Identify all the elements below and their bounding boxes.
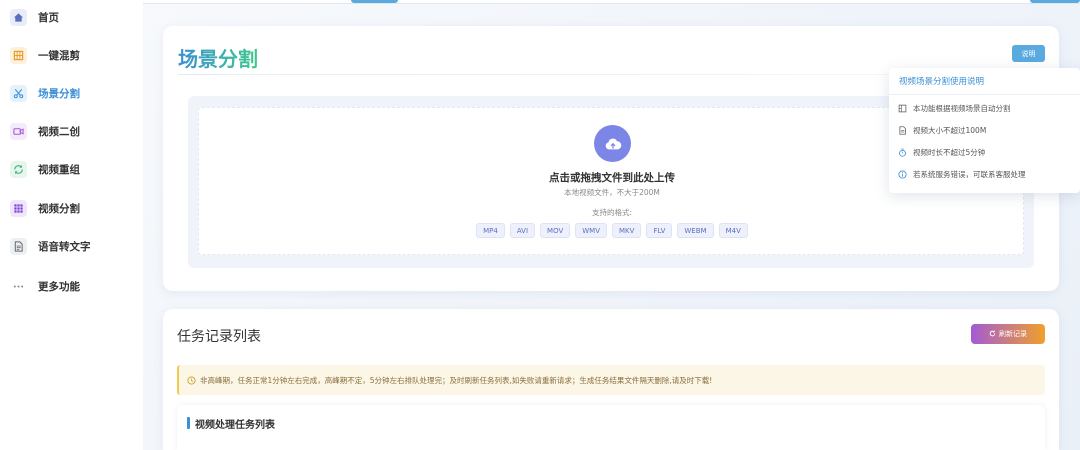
- sidebar-item-label: 一键混剪: [38, 49, 80, 62]
- clock-icon: [187, 375, 196, 385]
- cloud-upload-icon: [594, 125, 631, 162]
- scissors-icon: [10, 84, 27, 102]
- format-tag: WMV: [575, 223, 608, 238]
- accent-bar: [187, 417, 190, 429]
- popover-title: 视频场景分割使用说明: [899, 77, 985, 87]
- format-tag: MOV: [540, 223, 571, 238]
- popover-item: 本功能根据视频场景自动分割: [898, 103, 1011, 114]
- task-list-title: 任务记录列表: [177, 329, 261, 345]
- divider: [889, 94, 1080, 95]
- format-tag: MP4: [476, 223, 505, 238]
- video-camera-icon: [10, 122, 27, 140]
- popover-item-text: 本功能根据视频场景自动分割: [913, 104, 1011, 113]
- sidebar: 首页 一键混剪 场景分割 视频二创 视频重组 视频分割 语音转文字 更多功能: [0, 0, 143, 450]
- formats-label: 支持的格式:: [591, 208, 633, 217]
- info-icon: [898, 170, 907, 179]
- popover-item: 视频时长不超过5分钟: [898, 147, 985, 158]
- popover-item: 若系统服务错误，可联系客服处理: [898, 169, 1026, 180]
- task-card: 任务记录列表 刷新记录 非高峰期，任务正常1分钟左右完成，高峰期不定，5分钟左右…: [163, 309, 1059, 450]
- format-tags: MP4 AVI MOV WMV MKV FLV WEBM M4V: [199, 223, 1025, 238]
- grid-film-icon: [10, 46, 27, 64]
- sidebar-item-home[interactable]: 首页: [0, 0, 143, 36]
- sidebar-item-video-reorganize[interactable]: 视频重组: [0, 150, 143, 188]
- help-button[interactable]: 说明: [1012, 45, 1045, 62]
- top-bar-button[interactable]: [1030, 0, 1080, 3]
- file-icon: [898, 126, 907, 135]
- notice-banner: 非高峰期，任务正常1分钟左右完成，高峰期不定，5分钟左右排队处理完；及时刷新任务…: [177, 365, 1045, 395]
- refresh-icon: [10, 160, 27, 178]
- sidebar-item-label: 语音转文字: [38, 240, 91, 253]
- sidebar-item-more[interactable]: 更多功能: [0, 267, 143, 305]
- document-icon: [10, 237, 27, 255]
- sidebar-item-label: 视频重组: [38, 163, 80, 176]
- sidebar-item-label: 更多功能: [38, 280, 80, 293]
- sidebar-item-video-split[interactable]: 视频分割: [0, 189, 143, 227]
- popover-item-text: 视频时长不超过5分钟: [913, 148, 986, 157]
- format-tag: AVI: [509, 223, 536, 238]
- refresh-icon: [989, 329, 996, 339]
- format-tag: MKV: [612, 223, 642, 238]
- task-list-panel: 视频处理任务列表: [177, 405, 1045, 450]
- refresh-records-button[interactable]: 刷新记录: [971, 324, 1045, 344]
- home-icon: [10, 8, 27, 26]
- sidebar-item-video-remix[interactable]: 视频二创: [0, 112, 143, 150]
- sidebar-item-label: 视频二创: [38, 125, 80, 138]
- sidebar-item-label: 首页: [38, 11, 59, 24]
- grid-icon: [10, 199, 27, 217]
- format-tag: WEBM: [677, 223, 714, 238]
- sidebar-item-speech-to-text[interactable]: 语音转文字: [0, 227, 143, 265]
- format-tag: FLV: [646, 223, 673, 238]
- sidebar-item-one-click-mix[interactable]: 一键混剪: [0, 36, 143, 74]
- refresh-records-label: 刷新记录: [999, 331, 1027, 338]
- popover-item-text: 视频大小不超过100M: [913, 126, 987, 135]
- more-dots-icon: [10, 278, 27, 295]
- page-title: 场景分割: [178, 43, 258, 72]
- help-popover: 视频场景分割使用说明 本功能根据视频场景自动分割 视频大小不超过100M 视频时…: [889, 68, 1080, 193]
- film-icon: [898, 104, 907, 113]
- task-list-subtitle: 视频处理任务列表: [195, 420, 275, 431]
- format-tag: M4V: [718, 223, 748, 238]
- sidebar-item-label: 场景分割: [38, 87, 80, 100]
- popover-item: 视频大小不超过100M: [898, 125, 986, 136]
- popover-item-text: 若系统服务错误，可联系客服处理: [913, 170, 1026, 179]
- sidebar-item-scene-split[interactable]: 场景分割: [0, 74, 143, 112]
- top-bar: [143, 0, 1080, 4]
- notice-text: 非高峰期，任务正常1分钟左右完成，高峰期不定，5分钟左右排队处理完；及时刷新任务…: [200, 375, 713, 385]
- sidebar-item-label: 视频分割: [38, 202, 80, 215]
- timer-icon: [898, 148, 907, 157]
- top-bar-button[interactable]: [351, 0, 398, 3]
